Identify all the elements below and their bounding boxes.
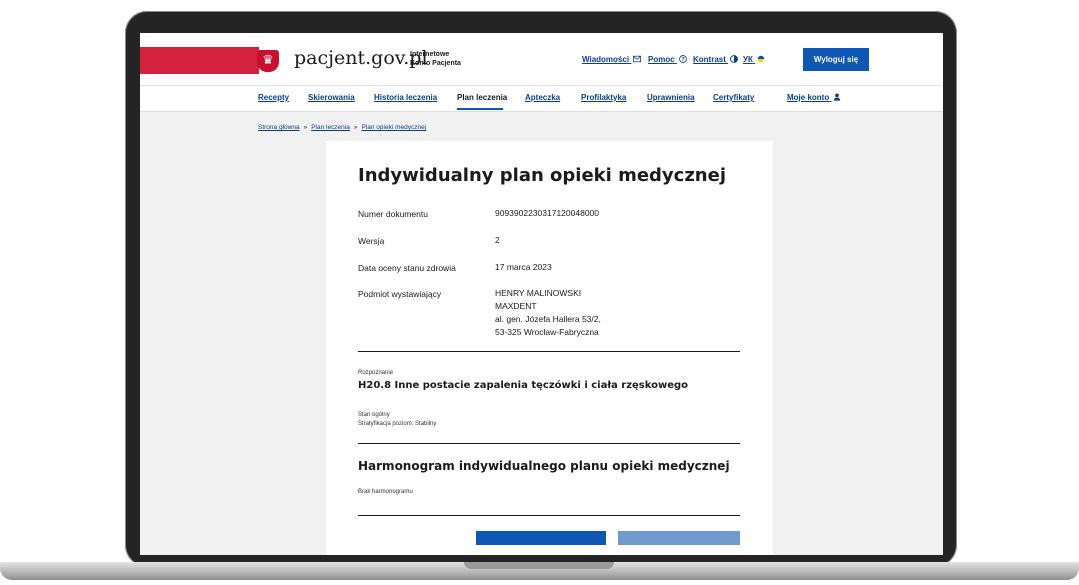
messages-link[interactable]: Wiadomości [582, 55, 642, 64]
diagnosis-label: Rozpoznanie [358, 370, 394, 376]
field-label: Numer dokumentu [358, 209, 428, 219]
help-link[interactable]: Pomoc ? [648, 55, 687, 64]
issuer-street: al. gen. Józefa Hallera 53/2, [495, 314, 601, 324]
issuer-label: Podmiot wystawiający [358, 289, 442, 299]
document-version: 2 [495, 235, 500, 245]
issuer-name: HENRY MALINOWSKI [495, 288, 582, 298]
state-label: Stan ogólny [358, 412, 390, 418]
help-label: Pomoc [648, 55, 675, 64]
user-icon [834, 93, 841, 101]
browser-screen: ♛ pacjent.gov.pl Internetowe Konto Pacje… [140, 33, 943, 555]
nav-skierowania[interactable]: Skierowania [308, 93, 355, 102]
page-title: Indywidualny plan opieki medycznej [358, 165, 726, 186]
nav-uprawnienia[interactable]: Uprawnienia [647, 93, 695, 102]
laptop-notch [464, 562, 614, 569]
my-account-label: Moje konto [787, 93, 830, 102]
contrast-link[interactable]: Kontrast [693, 55, 739, 64]
nav-plan-leczenia[interactable]: Plan leczenia [457, 93, 507, 102]
logout-button[interactable]: Wyloguj się [803, 48, 869, 71]
breadcrumb-separator: » [303, 124, 308, 131]
main-nav: Recepty Skierowania Historia leczenia Pl… [140, 85, 943, 112]
breadcrumb-separator: » [353, 124, 358, 131]
site-logo[interactable]: pacjent.gov.pl [294, 47, 428, 69]
divider [358, 443, 740, 444]
assessment-date: 17 marca 2023 [495, 262, 552, 272]
question-circle-icon: ? [679, 55, 687, 63]
field-label: Wersja [358, 236, 385, 246]
document-number: 9093902230317120048000 [495, 208, 600, 218]
nav-profilaktyka[interactable]: Profilaktyka [581, 93, 626, 102]
language-link[interactable]: УК [743, 55, 765, 64]
schedule-empty-text: Brak harmonogramu [358, 489, 413, 495]
issuer-org: MAXDENT [495, 301, 537, 311]
divider [358, 351, 740, 352]
state-value: Stratyfikacja poziom: Stabilny [358, 421, 437, 427]
language-label: УК [743, 55, 753, 64]
envelope-icon [633, 55, 642, 63]
messages-label: Wiadomości [582, 55, 630, 64]
logo-sub-line2: Konto Pacjenta [410, 60, 461, 67]
logo-sub-line1: Internetowe [410, 51, 450, 58]
diagnosis-value: H20.8 Inne postacie zapalenia tęczówki i… [358, 380, 689, 391]
nav-apteczka[interactable]: Apteczka [525, 93, 560, 102]
polish-eagle-icon: ♛ [257, 50, 279, 72]
nav-certyfikaty[interactable]: Certyfikaty [713, 93, 754, 102]
contrast-icon [730, 55, 739, 63]
ukraine-flag-icon [757, 55, 765, 63]
nav-my-account[interactable]: Moje konto [787, 93, 841, 102]
contrast-label: Kontrast [693, 55, 726, 64]
issuer-city: 53-325 Wrocław-Fabryczna [495, 327, 599, 337]
breadcrumb-home[interactable]: Strona główna [258, 124, 300, 131]
breadcrumb: Strona główna» Plan leczenia» Plan opieki … [258, 124, 426, 131]
site-header: ♛ pacjent.gov.pl Internetowe Konto Pacje… [140, 33, 943, 85]
site-logo-subtitle: Internetowe Konto Pacjenta [410, 50, 461, 68]
field-label: Data oceny stanu zdrowia [358, 263, 456, 273]
divider [358, 515, 740, 516]
schedule-heading: Harmonogram indywidualnego planu opieki … [358, 459, 730, 473]
nav-historia-leczenia[interactable]: Historia leczenia [374, 93, 437, 102]
brand-red-bar [140, 47, 259, 74]
breadcrumb-current[interactable]: Plan opieki medycznej [361, 124, 426, 131]
nav-recepty[interactable]: Recepty [258, 93, 289, 102]
document-card: Indywidualny plan opieki medycznej Numer… [326, 141, 773, 555]
secondary-action-button[interactable] [618, 531, 740, 545]
breadcrumb-plan-leczenia[interactable]: Plan leczenia [311, 124, 350, 131]
svg-text:?: ? [681, 57, 685, 63]
active-tab-indicator [457, 108, 503, 110]
primary-action-button[interactable] [476, 531, 606, 545]
